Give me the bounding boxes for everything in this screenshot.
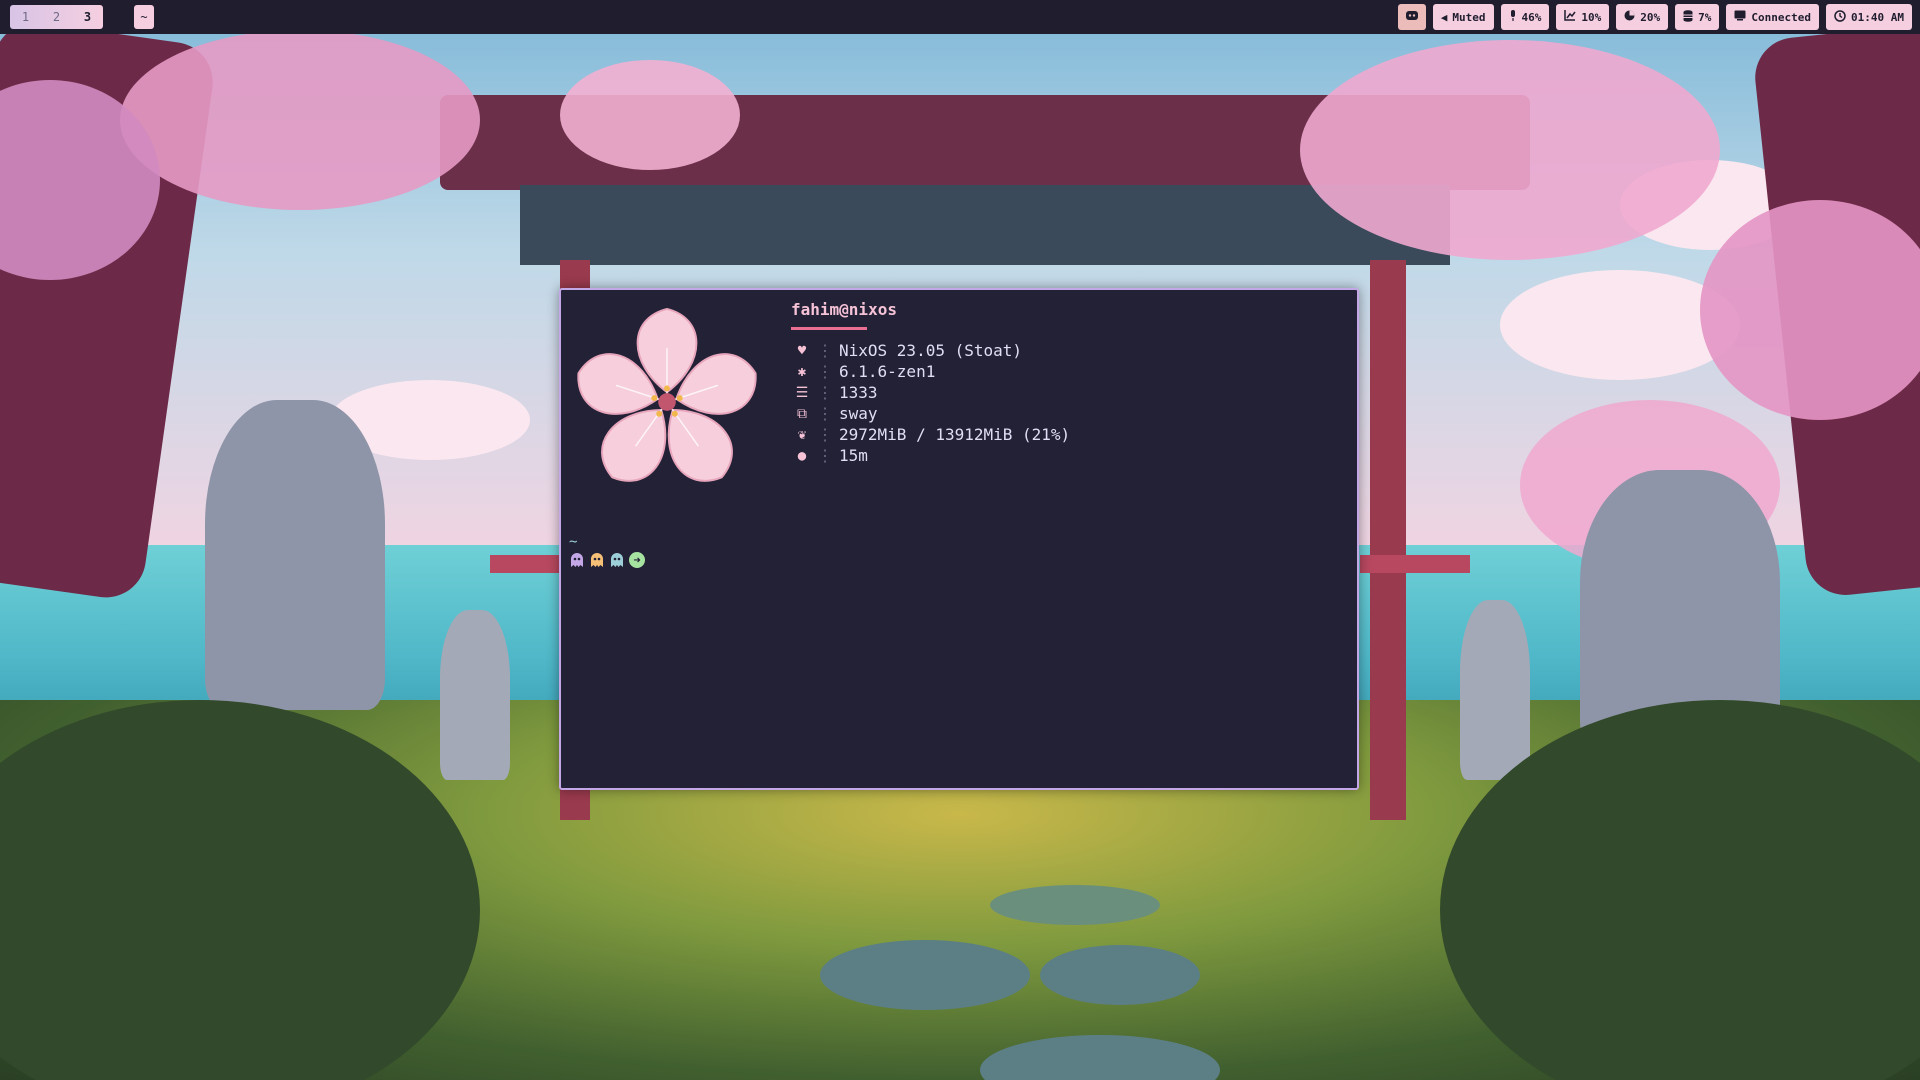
shrine-pillar (1370, 260, 1406, 820)
user-host: fahim@nixos (791, 300, 897, 319)
network-text: Connected (1751, 10, 1812, 24)
memory-text: 20% (1640, 10, 1661, 24)
status-bar: 1 2 3 ~ ◀ Muted 46% 10% 20% 7% Connected… (0, 0, 1920, 34)
cherry-blossom-logo (577, 307, 757, 482)
bar-modules: ◀ Muted 46% 10% 20% 7% Connected 01:40 A… (1397, 4, 1912, 30)
terminal-window[interactable]: fahim@nixos ♥ ⋮ NixOS 23.05 (Stoat) ✱ ⋮ … (559, 288, 1359, 790)
shrine-beam (520, 185, 1450, 265)
gear-icon: ✱ (797, 363, 807, 380)
cherry-blossom (560, 60, 740, 170)
disk-text: 7% (1698, 10, 1712, 24)
heart-icon: ♥ (797, 342, 807, 359)
separator: ⋮ (817, 425, 833, 444)
workspace-3-button[interactable]: 3 (72, 5, 103, 29)
fetch-info: fahim@nixos ♥ ⋮ NixOS 23.05 (Stoat) ✱ ⋮ … (791, 300, 1070, 466)
info-row-wm: ⧉ ⋮ sway (791, 403, 1070, 424)
prompt-arrow-icon: ➜ (629, 552, 645, 568)
package-icon: ☰ (795, 384, 809, 401)
shell-prompt[interactable]: ➜ (569, 552, 645, 568)
memory-module[interactable]: 20% (1616, 4, 1669, 30)
workspace-2-button[interactable]: 2 (41, 5, 72, 29)
separator: ⋮ (817, 362, 833, 381)
workspace-switcher: 1 2 3 (10, 5, 103, 29)
database-icon (1683, 9, 1693, 25)
os-value: NixOS 23.05 (Stoat) (839, 341, 1023, 360)
info-row-packages: ☰ ⋮ 1333 (791, 382, 1070, 403)
sway-mode-indicator[interactable]: ~ (134, 5, 154, 29)
info-row-kernel: ✱ ⋮ 6.1.6-zen1 (791, 361, 1070, 382)
info-row-memory: ❦ ⋮ 2972MiB / 13912MiB (21%) (791, 424, 1070, 445)
discord-icon (1405, 10, 1419, 24)
ghost-icon (611, 553, 623, 567)
uptime-value: 15m (839, 446, 868, 465)
pie-icon (1624, 10, 1635, 24)
stone-lantern (440, 610, 510, 780)
network-icon (1734, 10, 1746, 24)
ghost-icon (571, 553, 583, 567)
separator: ⋮ (817, 446, 833, 465)
ghost-icon (591, 553, 603, 567)
microphone-text: 46% (1521, 10, 1542, 24)
bulb-icon: ● (797, 447, 807, 464)
stepping-stone (990, 885, 1160, 925)
microphone-module[interactable]: 46% (1500, 4, 1550, 30)
clock-module[interactable]: 01:40 AM (1826, 4, 1912, 30)
stone-lantern (1460, 600, 1530, 780)
torii-beam (1360, 555, 1470, 573)
volume-module[interactable]: ◀ Muted (1432, 4, 1494, 30)
wm-value: sway (839, 404, 878, 423)
volume-text: Muted (1452, 10, 1486, 24)
torii-beam (490, 555, 570, 573)
user-underline (791, 327, 867, 330)
packages-value: 1333 (839, 383, 878, 402)
cherry-blossom (1300, 40, 1720, 260)
leaf-icon: ❦ (797, 426, 807, 443)
cpu-text: 10% (1581, 10, 1602, 24)
kernel-value: 6.1.6-zen1 (839, 362, 936, 381)
separator: ⋮ (817, 383, 833, 402)
chart-icon (1564, 10, 1577, 24)
cherry-blossom (120, 30, 480, 210)
speaker-icon: ◀ (1440, 10, 1448, 24)
clock-text: 01:40 AM (1851, 10, 1904, 24)
separator: ⋮ (817, 341, 833, 360)
windows-icon: ⧉ (797, 405, 807, 422)
network-module[interactable]: Connected (1726, 4, 1820, 30)
memory-value: 2972MiB / 13912MiB (21%) (839, 425, 1071, 444)
workspace-1-button[interactable]: 1 (10, 5, 41, 29)
cpu-module[interactable]: 10% (1556, 4, 1610, 30)
separator: ⋮ (817, 404, 833, 423)
discord-module[interactable] (1397, 4, 1426, 30)
prompt-directory: ~ (569, 534, 578, 550)
clock-icon (1834, 9, 1846, 25)
info-row-os: ♥ ⋮ NixOS 23.05 (Stoat) (791, 340, 1070, 361)
stepping-stone (1040, 945, 1200, 1005)
disk-module[interactable]: 7% (1675, 4, 1720, 30)
info-row-uptime: ● ⋮ 15m (791, 445, 1070, 466)
stepping-stone (820, 940, 1030, 1010)
mic-icon (1509, 9, 1517, 25)
stone-guardian (205, 400, 385, 710)
